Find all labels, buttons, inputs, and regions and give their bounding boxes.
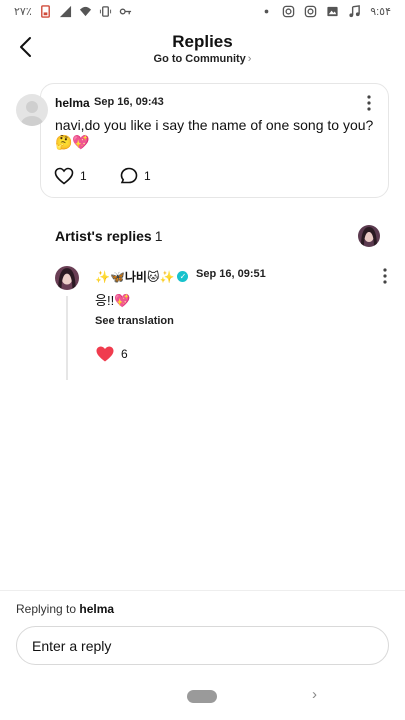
replying-to-prefix: Replying to (16, 602, 77, 616)
comment-author[interactable]: helma (55, 96, 90, 110)
artist-replies-heading: Artist's replies 1 (55, 228, 163, 244)
see-translation-link[interactable]: See translation (95, 315, 174, 327)
verified-badge-icon: ✓ (177, 271, 189, 282)
like-count: 1 (80, 169, 87, 183)
artist-replies-title: Artist's replies (55, 228, 152, 244)
artist-avatar[interactable] (55, 266, 79, 290)
battery-low-icon (40, 5, 50, 18)
heart-outline-icon (54, 167, 74, 185)
comment-timestamp: Sep 16, 09:43 (94, 96, 164, 108)
artist-name: ✨🦋나비🐱✨ (95, 270, 175, 284)
divider (0, 590, 405, 591)
comment-card (40, 83, 389, 198)
status-bar: ٢٧٪ ٩:٥۴ (0, 0, 405, 24)
reply-timestamp: Sep 16, 09:51 (196, 268, 266, 280)
reply-input-placeholder: Enter a reply (32, 637, 112, 654)
music-note-icon (349, 5, 361, 18)
default-avatar-icon (21, 101, 43, 126)
avatar[interactable] (16, 94, 48, 126)
comment-text: navi,do you like i say the name of one s… (55, 117, 374, 133)
like-button[interactable]: 1 (54, 167, 87, 185)
reply-text: 응!!💖 (95, 293, 131, 308)
comment-emoji: 🤔💖 (55, 134, 90, 150)
notification-dot-icon (264, 9, 269, 14)
status-left: ٢٧٪ (14, 5, 132, 18)
chevron-right-icon[interactable]: › (312, 686, 317, 703)
battery-percent: ٢٧٪ (14, 6, 32, 18)
reply-count: 1 (144, 169, 151, 183)
artist-replies-count: 1 (154, 228, 163, 244)
community-link-label: Go to Community (153, 53, 246, 65)
signal-icon (59, 5, 71, 18)
reply-like-count: 6 (121, 347, 128, 361)
go-to-community-link[interactable]: Go to Community › (0, 53, 405, 65)
home-gesture-pill[interactable] (187, 690, 217, 703)
artist-avatar-small[interactable] (358, 225, 380, 247)
artist-photo (55, 266, 79, 290)
replying-to: Replying to helma (16, 602, 114, 616)
reply-button[interactable]: 1 (120, 167, 151, 185)
reply-like-button[interactable]: 6 (95, 345, 128, 363)
gallery-icon (327, 6, 338, 17)
clock: ٩:٥۴ (370, 6, 391, 18)
wifi-icon (79, 6, 91, 17)
chevron-right-icon: › (247, 53, 252, 65)
instagram-icon (282, 5, 295, 18)
artist-photo (358, 225, 380, 247)
status-right: ٩:٥۴ (260, 5, 391, 18)
more-options-icon[interactable] (362, 93, 376, 113)
heart-filled-icon (96, 346, 114, 362)
more-options-icon[interactable] (378, 266, 392, 286)
vibrate-icon (99, 6, 111, 17)
page-title: Replies (172, 32, 233, 51)
replying-to-user: helma (79, 602, 115, 616)
artist-name-row[interactable]: ✨🦋나비🐱✨ ✓ (95, 268, 189, 285)
reply-input[interactable]: Enter a reply (16, 626, 389, 665)
thread-line (66, 296, 68, 380)
comment-bubble-icon (120, 167, 138, 184)
instagram-icon (304, 5, 317, 18)
key-icon (119, 8, 131, 15)
